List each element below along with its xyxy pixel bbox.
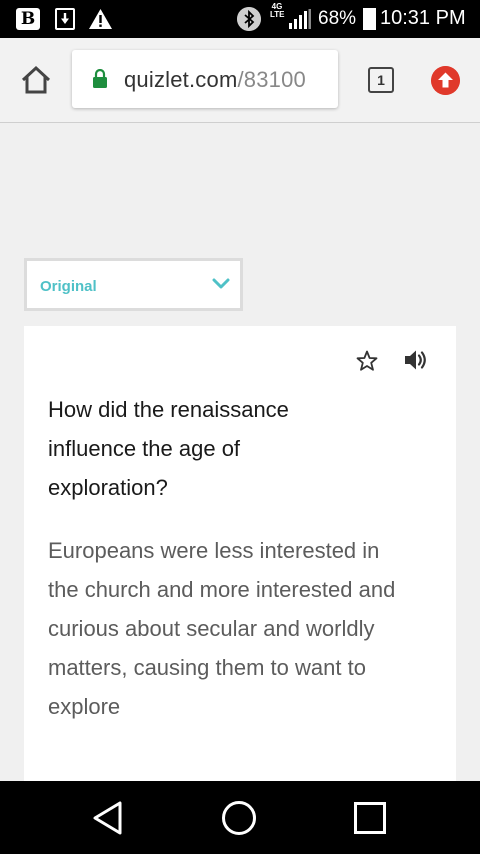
warning-icon — [89, 9, 112, 29]
speaker-icon[interactable] — [404, 349, 428, 371]
url-text: quizlet.com/83100 — [124, 67, 306, 93]
status-bar: B 4G LTE 68% 10:31 PM — [0, 0, 480, 38]
battery-percent: 68% — [318, 8, 357, 29]
term-language-dropdown[interactable]: Original — [24, 258, 243, 311]
tab-switcher-button[interactable]: 1 — [368, 67, 394, 93]
address-bar[interactable]: quizlet.com/83100 — [72, 50, 338, 108]
home-icon[interactable] — [20, 65, 52, 95]
download-icon — [55, 8, 75, 30]
network-type-label: 4G LTE — [270, 2, 285, 19]
update-icon[interactable] — [431, 66, 460, 95]
clock: 10:31 PM — [380, 7, 466, 29]
recents-icon[interactable] — [354, 802, 386, 834]
url-domain: quizlet.com — [124, 67, 238, 92]
home-nav-icon[interactable] — [222, 801, 256, 835]
flashcard: How did the renaissance influence the ag… — [24, 326, 456, 796]
star-icon[interactable] — [356, 350, 378, 372]
browser-toolbar: quizlet.com/83100 1 — [0, 38, 480, 123]
signal-icon — [289, 9, 311, 29]
card-definition: Europeans were less interested in the ch… — [48, 538, 396, 719]
term-language-selected: Original — [40, 278, 97, 295]
url-path: /83100 — [237, 67, 306, 92]
back-icon[interactable] — [92, 800, 124, 836]
bluetooth-icon — [237, 7, 261, 31]
navigation-bar — [0, 781, 480, 854]
battery-icon — [363, 8, 376, 30]
chevron-down-icon — [212, 278, 230, 289]
lock-icon — [93, 69, 107, 88]
card-term: How did the renaissance influence the ag… — [48, 397, 289, 500]
b-notification-icon: B — [16, 8, 40, 30]
